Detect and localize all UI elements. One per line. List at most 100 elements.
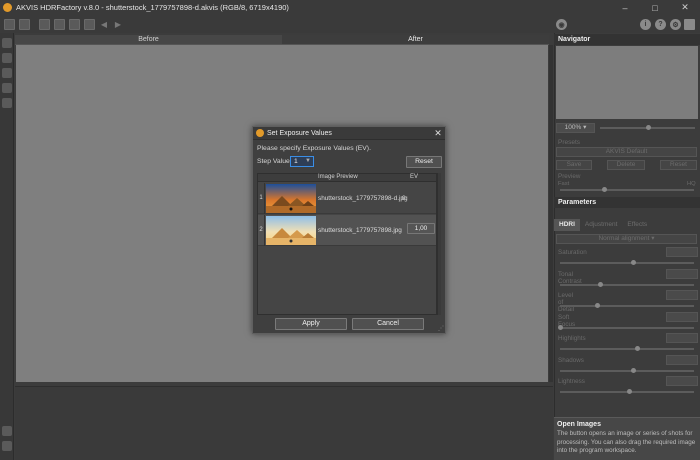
- image-thumbnail: [266, 184, 316, 213]
- help-title: Open Images: [557, 421, 601, 428]
- table-row[interactable]: 1 shutterstock_1779757898-d.jpg 0: [258, 183, 436, 214]
- dialog-description: Please specify Exposure Values (EV).: [257, 145, 371, 152]
- chevron-down-icon: ▼: [305, 158, 311, 164]
- param-slider-knob[interactable]: [598, 282, 603, 287]
- dialog-title: Set Exposure Values: [267, 129, 332, 137]
- alignment-mode-select[interactable]: Normal alignment ▾: [556, 234, 697, 244]
- help-icon[interactable]: ?: [655, 19, 666, 30]
- tab-effects[interactable]: Effects: [622, 219, 652, 231]
- set-exposure-dialog: Set Exposure Values ✕ Please specify Exp…: [252, 126, 446, 334]
- delete-preset-button[interactable]: Delete: [607, 160, 645, 170]
- table-header: Image Preview EV: [258, 174, 436, 182]
- param-slider[interactable]: [560, 305, 694, 307]
- param-slider[interactable]: [560, 370, 694, 372]
- close-window-button[interactable]: ✕: [670, 0, 700, 15]
- app-logo-icon: [3, 3, 12, 12]
- help-box: Open Images The button opens an image or…: [554, 417, 700, 460]
- preview-slider-knob[interactable]: [602, 187, 607, 192]
- param-value-input[interactable]: [666, 247, 698, 257]
- presets-label: Presets: [558, 139, 581, 146]
- param-label: Saturation: [558, 249, 587, 256]
- erase-all-icon[interactable]: [2, 68, 12, 78]
- ev-input[interactable]: 1,00: [407, 223, 435, 234]
- param-slider[interactable]: [560, 284, 694, 286]
- info-icon[interactable]: i: [640, 19, 651, 30]
- navigator-view[interactable]: [556, 46, 698, 119]
- print-icon[interactable]: [54, 18, 65, 30]
- param-label: Tonal Contrast: [558, 271, 582, 285]
- main-toolbar: ◀ ▶: [0, 15, 553, 33]
- preset-select[interactable]: AKVIS Default: [556, 147, 697, 157]
- tools-panel: [0, 33, 14, 460]
- table-scrollbar[interactable]: [437, 173, 441, 315]
- window-title: AKVIS HDRFactory v.8.0 - shutterstock_17…: [16, 3, 289, 12]
- run-icon[interactable]: ◉: [556, 19, 567, 30]
- zoom-slider-knob[interactable]: [646, 125, 651, 130]
- tab-adjustment[interactable]: Adjustment: [580, 219, 623, 231]
- close-dialog-icon[interactable]: ✕: [431, 128, 445, 139]
- eraser-tool-icon[interactable]: [2, 53, 12, 63]
- param-value-input[interactable]: [666, 312, 698, 322]
- zoom-select[interactable]: 100% ▾: [556, 123, 595, 133]
- row-ev[interactable]: 0: [402, 183, 406, 214]
- help-text: The button opens an image or series of s…: [557, 430, 696, 454]
- hand-tool-icon[interactable]: [2, 83, 12, 93]
- column-image-preview: Image Preview: [318, 174, 358, 180]
- row-index: 2: [258, 215, 265, 246]
- fullscreen-icon[interactable]: [684, 19, 695, 30]
- tab-after[interactable]: After: [282, 35, 549, 45]
- redo-icon[interactable]: ▶: [113, 20, 123, 29]
- preview-slider[interactable]: [560, 189, 694, 191]
- cancel-button[interactable]: Cancel: [352, 318, 424, 330]
- settings-icon[interactable]: ⚙: [670, 19, 681, 30]
- save-icon[interactable]: [39, 18, 50, 30]
- tab-hdri[interactable]: HDRI: [554, 219, 580, 231]
- param-slider-knob[interactable]: [558, 325, 563, 330]
- param-value-input[interactable]: [666, 290, 698, 300]
- reset-button[interactable]: Reset: [406, 156, 442, 168]
- maximize-button[interactable]: □: [640, 0, 670, 15]
- preview-fast-label: Fast: [558, 181, 570, 187]
- undo-icon[interactable]: ◀: [99, 20, 109, 29]
- param-slider-knob[interactable]: [631, 260, 636, 265]
- param-slider[interactable]: [560, 262, 694, 264]
- preview-label: Preview: [558, 173, 581, 180]
- row-filename: shutterstock_1779757898.jpg: [318, 227, 402, 234]
- share-icon[interactable]: [84, 18, 95, 30]
- param-value-input[interactable]: [666, 355, 698, 365]
- param-slider-knob[interactable]: [595, 303, 600, 308]
- brush-tool-icon[interactable]: [2, 38, 12, 48]
- param-value-input[interactable]: [666, 376, 698, 386]
- step-value-select[interactable]: 1 ▼: [290, 156, 314, 167]
- bottom-toggle-icon[interactable]: [2, 426, 12, 436]
- zoom-tool-icon[interactable]: [2, 98, 12, 108]
- batch-icon[interactable]: [69, 18, 80, 30]
- apply-button[interactable]: Apply: [275, 318, 347, 330]
- row-index: 1: [258, 183, 265, 214]
- param-slider[interactable]: [560, 327, 694, 329]
- save-preset-button[interactable]: Save: [556, 160, 592, 170]
- canvas-scrollbar[interactable]: [549, 45, 553, 382]
- frame-toggle-icon[interactable]: [2, 441, 12, 451]
- exposure-table: Image Preview EV 1 shutterstock_17797578…: [257, 173, 437, 315]
- param-slider-knob[interactable]: [627, 389, 632, 394]
- image-thumbnail: [266, 216, 316, 245]
- open-images-icon[interactable]: [19, 18, 30, 30]
- param-label: Level of Detail: [558, 292, 575, 313]
- resize-grip-icon[interactable]: ⋰: [438, 325, 444, 332]
- param-slider-knob[interactable]: [631, 368, 636, 373]
- dialog-title-bar: Set Exposure Values ✕: [253, 127, 445, 140]
- param-value-input[interactable]: [666, 333, 698, 343]
- window-controls: – □ ✕: [610, 0, 700, 15]
- app-logo-icon: [256, 129, 264, 137]
- right-toolbar: ◉ i ? ⚙: [553, 15, 700, 33]
- tab-before[interactable]: Before: [15, 35, 282, 45]
- param-value-input[interactable]: [666, 269, 698, 279]
- new-icon[interactable]: [4, 18, 15, 30]
- minimize-button[interactable]: –: [610, 0, 640, 15]
- param-slider-knob[interactable]: [635, 346, 640, 351]
- reset-preset-button[interactable]: Reset: [660, 160, 697, 170]
- param-label: Lightness: [558, 378, 585, 385]
- param-slider[interactable]: [560, 348, 694, 350]
- param-label: Shadows: [558, 357, 584, 364]
